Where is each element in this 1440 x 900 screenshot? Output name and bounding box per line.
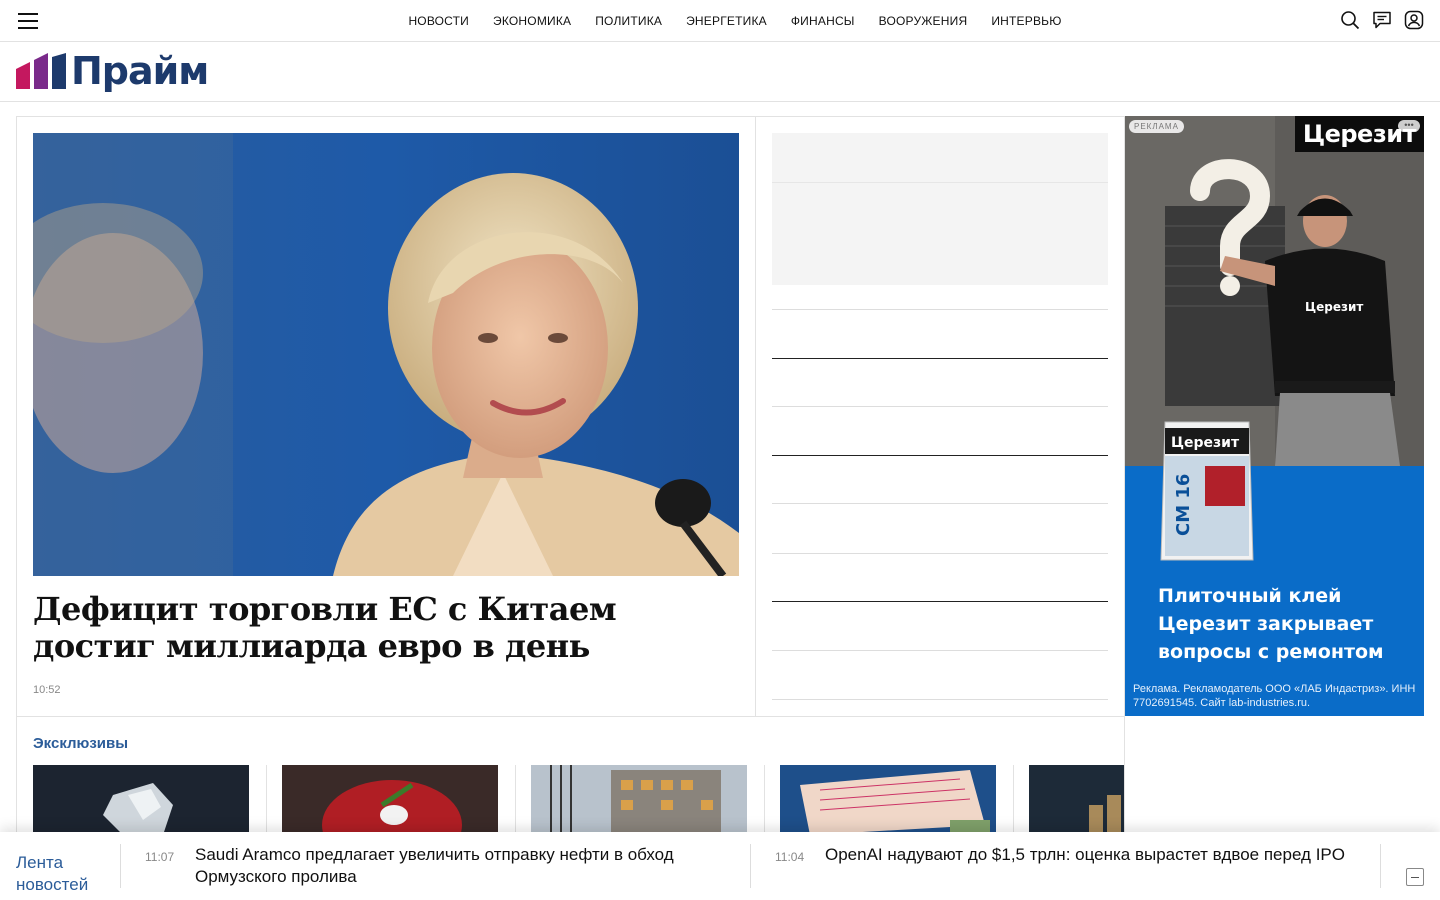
user-account-icon[interactable] <box>1404 10 1424 30</box>
collapse-ticker-icon[interactable] <box>1406 868 1424 886</box>
nav-item-finance[interactable]: ФИНАНСЫ <box>791 14 855 28</box>
exclusive-thumb-2[interactable] <box>282 765 498 832</box>
nav-item-economy[interactable]: ЭКОНОМИКА <box>493 14 571 28</box>
lead-article[interactable]: Дефицит торговли ЕС с Китаем достиг милл… <box>17 117 756 717</box>
news-feed-label[interactable]: Лента новостей <box>16 852 106 896</box>
top-icons <box>1340 10 1424 30</box>
top-navigation-bar: НОВОСТИ ЭКОНОМИКА ПОЛИТИКА ЭНЕРГЕТИКА ФИ… <box>0 0 1440 42</box>
nav-item-interview[interactable]: ИНТЕРВЬЮ <box>991 14 1061 28</box>
ticker-item-text: Saudi Aramco предлагает увеличить отправ… <box>195 845 674 886</box>
side-placeholder-block <box>772 183 1108 285</box>
chat-icon[interactable] <box>1372 10 1392 30</box>
ad-legal-text: Реклама. Рекламодатель ООО «ЛАБ Индастри… <box>1133 683 1416 709</box>
nav-item-news[interactable]: НОВОСТИ <box>408 14 469 28</box>
side-news-list <box>772 133 1108 705</box>
main-nav: НОВОСТИ ЭКОНОМИКА ПОЛИТИКА ЭНЕРГЕТИКА ФИ… <box>0 0 1440 42</box>
exclusives-section: Эксклюзивы <box>16 716 1125 832</box>
search-icon[interactable] <box>1340 10 1360 30</box>
ticker-item[interactable]: 11:07 Saudi Aramco предлагает увеличить … <box>145 844 725 890</box>
exclusive-thumb-1[interactable] <box>33 765 249 832</box>
ad-headline: Плиточный клей Церезит закрывает вопросы… <box>1158 585 1384 663</box>
svg-text:CM 16: CM 16 <box>1173 474 1194 536</box>
nav-item-weapons[interactable]: ВООРУЖЕНИЯ <box>879 14 968 28</box>
exclusives-title[interactable]: Эксклюзивы <box>33 735 128 752</box>
ad-product-bag: Церезит CM 16 <box>1160 421 1254 561</box>
side-placeholder-top <box>772 133 1108 183</box>
ad-photo: Церезит <box>1125 116 1424 466</box>
svg-text:Церезит: Церезит <box>1305 300 1363 314</box>
main-news-block: Дефицит торговли ЕС с Китаем достиг милл… <box>16 116 1125 717</box>
nav-item-energy[interactable]: ЭНЕРГЕТИКА <box>686 14 767 28</box>
lead-article-title[interactable]: Дефицит торговли ЕС с Китаем достиг милл… <box>33 591 723 665</box>
side-news-separators <box>772 285 1108 705</box>
site-logo[interactable]: Прайм <box>16 49 209 93</box>
ticker-item-text: OpenAI надувают до $1,5 трлн: оценка выр… <box>825 845 1345 864</box>
ticker-item-time: 11:07 <box>145 850 175 864</box>
logo-mark-icon <box>16 53 66 89</box>
ad-label: РЕКЛАМА <box>1129 120 1184 133</box>
ticker-item[interactable]: 11:04 OpenAI надувают до $1,5 трлн: оцен… <box>775 844 1365 890</box>
logo-bar: Прайм <box>0 42 1440 102</box>
exclusive-thumb-3[interactable] <box>531 765 747 832</box>
advertisement-banner[interactable]: Церезит Церезит CM 16 РЕКЛАМА Церезит ••… <box>1125 116 1424 716</box>
svg-text:Церезит: Церезит <box>1171 435 1240 451</box>
exclusives-carousel <box>33 765 1124 832</box>
lead-article-photo[interactable] <box>33 133 739 576</box>
exclusive-thumb-4[interactable] <box>780 765 996 832</box>
ad-options-icon[interactable]: ••• <box>1398 120 1420 132</box>
ticker-item-time: 11:04 <box>775 850 805 864</box>
lead-article-time: 10:52 <box>33 684 61 696</box>
logo-text: Прайм <box>71 49 209 93</box>
nav-item-politics[interactable]: ПОЛИТИКА <box>595 14 662 28</box>
news-feed-ticker: Лента новостей 11:07 Saudi Aramco предла… <box>0 832 1440 900</box>
exclusive-thumb-5[interactable] <box>1029 765 1124 832</box>
